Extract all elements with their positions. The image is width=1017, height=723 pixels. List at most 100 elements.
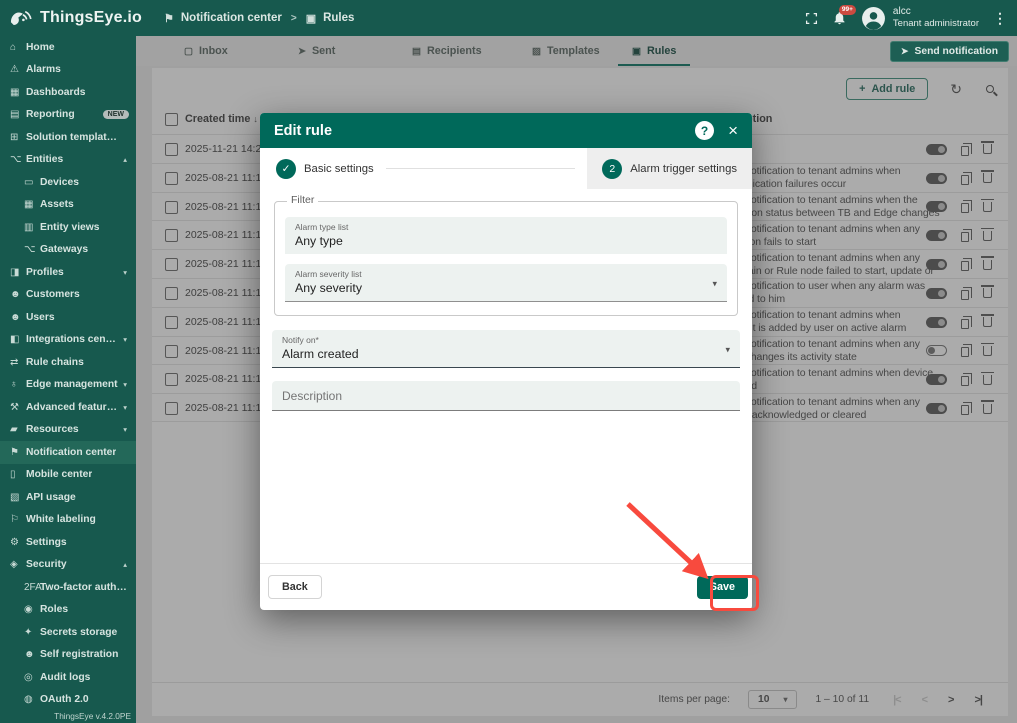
delete-icon[interactable] <box>983 173 992 183</box>
breadcrumb-item-notification-center[interactable]: Notification center <box>181 12 282 24</box>
page-size-select[interactable]: 10 ▾ <box>748 690 797 709</box>
enable-rule-toggle[interactable] <box>926 345 947 356</box>
breadcrumb-item-rules[interactable]: Rules <box>323 12 354 24</box>
delete-icon[interactable] <box>983 202 992 212</box>
copy-icon[interactable] <box>961 347 969 357</box>
fullscreen-icon[interactable] <box>805 12 818 25</box>
page-nav-button[interactable]: >| <box>974 694 982 706</box>
row-checkbox[interactable] <box>165 258 178 271</box>
tab[interactable]: ➤ Sent <box>284 36 349 66</box>
sidebar-item[interactable]: ⚐ White labeling <box>0 509 136 532</box>
sidebar-item[interactable]: ▤ Reporting NEW <box>0 104 136 127</box>
sidebar-item[interactable]: ▭ Devices <box>0 171 136 194</box>
enable-rule-toggle[interactable] <box>926 259 947 270</box>
sidebar-item[interactable]: ▦ Dashboards <box>0 81 136 104</box>
sidebar-item[interactable]: ⚒ Advanced features ▾ <box>0 396 136 419</box>
copy-icon[interactable] <box>961 146 969 156</box>
sidebar-item[interactable]: ▧ API usage <box>0 486 136 509</box>
app-logo[interactable]: ThingsEye.io <box>0 9 150 28</box>
row-checkbox[interactable] <box>165 316 178 329</box>
save-button[interactable]: Save <box>697 576 748 599</box>
copy-icon[interactable] <box>961 203 969 213</box>
enable-rule-toggle[interactable] <box>926 403 947 414</box>
enable-rule-toggle[interactable] <box>926 317 947 328</box>
sidebar-item[interactable]: ⌥ Gateways <box>0 239 136 262</box>
delete-icon[interactable] <box>983 144 992 154</box>
copy-icon[interactable] <box>961 290 969 300</box>
send-notification-button[interactable]: ➤ Send notification <box>890 41 1009 62</box>
enable-rule-toggle[interactable] <box>926 230 947 241</box>
created-time-header[interactable]: Created time <box>185 113 250 125</box>
row-checkbox[interactable] <box>165 172 178 185</box>
sidebar-item[interactable]: ⇄ Rule chains <box>0 351 136 374</box>
step-basic-settings[interactable]: ✓ Basic settings <box>276 159 374 179</box>
sidebar-item[interactable]: ▥ Entity views <box>0 216 136 239</box>
help-icon[interactable]: ? <box>695 121 714 140</box>
sidebar-item[interactable]: ◨ Profiles ▾ <box>0 261 136 284</box>
sidebar-item[interactable]: ⊞ Solution templates <box>0 126 136 149</box>
sidebar-item[interactable]: ☻ Self registration <box>0 644 136 667</box>
copy-icon[interactable] <box>961 376 969 386</box>
alarm-severity-select[interactable]: Alarm severity list Any severity ▾ <box>285 264 727 302</box>
sidebar-item[interactable]: ◈ Security ▴ <box>0 554 136 577</box>
row-checkbox[interactable] <box>165 143 178 156</box>
sidebar-item[interactable]: ◉ Roles <box>0 599 136 622</box>
row-checkbox[interactable] <box>165 373 178 386</box>
enable-rule-toggle[interactable] <box>926 374 947 385</box>
sidebar-item[interactable]: ▦ Assets <box>0 194 136 217</box>
delete-icon[interactable] <box>983 346 992 356</box>
sidebar-item[interactable]: ▯ Mobile center <box>0 464 136 487</box>
select-all-checkbox[interactable] <box>165 113 178 126</box>
close-icon[interactable]: × <box>728 122 738 139</box>
sidebar-item[interactable]: ◎ Audit logs <box>0 666 136 689</box>
sidebar-item[interactable]: ☻ Customers <box>0 284 136 307</box>
description-input[interactable]: Description <box>272 381 740 411</box>
notify-on-select[interactable]: Notify on* Alarm created ▾ <box>272 330 740 368</box>
sidebar-item[interactable]: ☻ Users <box>0 306 136 329</box>
delete-icon[interactable] <box>983 375 992 385</box>
page-nav-button[interactable]: < <box>922 694 927 706</box>
sidebar-item[interactable]: ⚠ Alarms <box>0 59 136 82</box>
enable-rule-toggle[interactable] <box>926 288 947 299</box>
copy-icon[interactable] <box>961 405 969 415</box>
enable-rule-toggle[interactable] <box>926 201 947 212</box>
kebab-menu-icon[interactable]: ⋮ <box>993 11 1007 25</box>
copy-icon[interactable] <box>961 232 969 242</box>
tab[interactable]: ▣ Rules <box>618 36 690 66</box>
copy-icon[interactable] <box>961 261 969 271</box>
row-checkbox[interactable] <box>165 201 178 214</box>
sidebar-item[interactable]: ▰ Resources ▾ <box>0 419 136 442</box>
row-checkbox[interactable] <box>165 287 178 300</box>
alarm-type-list-field[interactable]: Alarm type list Any type <box>285 217 727 254</box>
sidebar-item[interactable]: ⚙ Settings <box>0 531 136 554</box>
sidebar-item[interactable]: ◍ OAuth 2.0 <box>0 689 136 712</box>
user-menu[interactable]: alcc Tenant administrator <box>861 6 979 31</box>
page-nav-button[interactable]: > <box>948 694 953 706</box>
row-checkbox[interactable] <box>165 402 178 415</box>
tab[interactable]: ▢ Inbox <box>170 36 242 66</box>
tab[interactable]: ▤ Recipients <box>398 36 496 66</box>
page-nav-button[interactable]: |< <box>893 694 901 706</box>
row-checkbox[interactable] <box>165 345 178 358</box>
delete-icon[interactable] <box>983 260 992 270</box>
sidebar-item[interactable]: ⌥ Entities ▴ <box>0 149 136 172</box>
sidebar-item[interactable]: ♁ Edge management ▾ <box>0 374 136 397</box>
notifications-bell-icon[interactable]: 99+ <box>832 10 847 26</box>
delete-icon[interactable] <box>983 288 992 298</box>
copy-icon[interactable] <box>961 175 969 185</box>
enable-rule-toggle[interactable] <box>926 144 947 155</box>
tab[interactable]: ▨ Templates <box>518 36 614 66</box>
row-checkbox[interactable] <box>165 229 178 242</box>
back-button[interactable]: Back <box>268 575 322 599</box>
enable-rule-toggle[interactable] <box>926 173 947 184</box>
delete-icon[interactable] <box>983 404 992 414</box>
delete-icon[interactable] <box>983 231 992 241</box>
sidebar-item[interactable]: ◧ Integrations center ▾ <box>0 329 136 352</box>
search-icon[interactable] <box>986 85 994 93</box>
refresh-icon[interactable]: ↻ <box>950 82 962 96</box>
copy-icon[interactable] <box>961 319 969 329</box>
sort-descending-icon[interactable]: ↓ <box>253 114 258 124</box>
step-alarm-trigger-settings[interactable]: 2 Alarm trigger settings <box>587 148 752 189</box>
sidebar-item[interactable]: ✦ Secrets storage <box>0 621 136 644</box>
add-rule-button[interactable]: + Add rule <box>846 78 928 100</box>
